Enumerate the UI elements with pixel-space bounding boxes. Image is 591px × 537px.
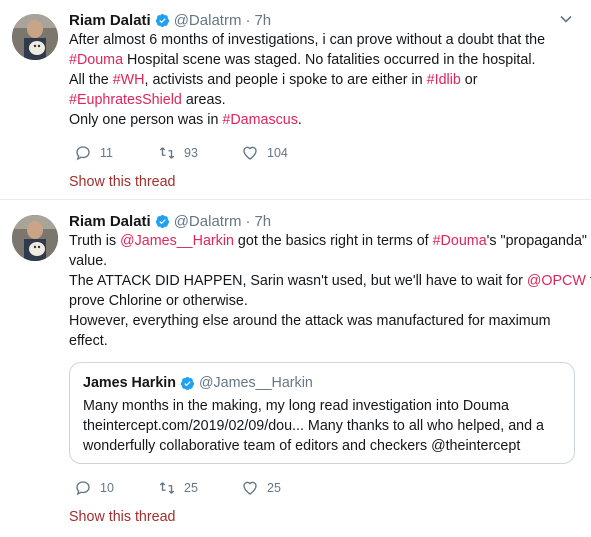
tweet-text: After almost 6 months of investigations,… <box>69 30 581 130</box>
text-segment: Hospital scene was staged. No fatalities… <box>123 52 536 68</box>
tweet-text-line: After almost 6 months of investigations,… <box>69 30 581 50</box>
verified-icon <box>155 13 169 27</box>
text-segment: However, everything else around the atta… <box>69 313 551 329</box>
retweet-button[interactable]: 93 <box>158 143 241 163</box>
reply-icon <box>76 146 90 161</box>
text-segment: value. <box>69 253 108 269</box>
quoted-text-line: theintercept.com/2019/02/09/dou... Many … <box>83 418 544 434</box>
retweet-icon <box>159 482 175 494</box>
show-thread-link[interactable]: Show this thread <box>69 509 176 525</box>
tweet-text-line: value. <box>69 251 581 271</box>
hashtag-link[interactable]: #Douma <box>69 52 123 68</box>
reply-button[interactable]: 10 <box>74 478 158 498</box>
text-segment: , activists and people i spoke to are ei… <box>144 72 427 88</box>
text-segment: effect. <box>69 333 108 349</box>
hashtag-link[interactable]: #Damascus <box>222 112 298 128</box>
quoted-tweet-header: James Harkin @James__Harkin <box>83 375 313 391</box>
hashtag-link[interactable]: #WH <box>113 72 145 88</box>
avatar[interactable] <box>12 215 58 261</box>
reply-button[interactable]: 11 <box>74 143 158 163</box>
quoted-text-line: Many months in the making, my long read … <box>83 398 509 414</box>
text-segment: prove Chlorine or otherwise. <box>69 293 248 309</box>
heart-icon <box>243 481 257 495</box>
quoted-tweet-text: Many months in the making, my long read … <box>83 396 563 456</box>
show-thread-link[interactable]: Show this thread <box>69 174 176 190</box>
author-handle[interactable]: @Dalatrm <box>174 12 242 29</box>
quoted-text-line: wonderfully collaborative team of editor… <box>83 438 521 454</box>
retweet-count: 93 <box>184 146 198 160</box>
tweet-text-line: #Douma Hospital scene was staged. No fat… <box>69 50 581 70</box>
quoted-author-handle: @James__Harkin <box>199 375 313 391</box>
text-segment: or <box>460 72 478 88</box>
text-segment: . <box>297 112 302 128</box>
tweet-header: Riam Dalati @Dalatrm · 7h <box>69 211 271 231</box>
like-button[interactable]: 104 <box>241 143 288 163</box>
reply-count: 11 <box>100 146 113 160</box>
text-segment: After almost 6 months of investigations,… <box>69 32 546 48</box>
tweet-timestamp[interactable]: 7h <box>254 12 271 29</box>
retweet-button[interactable]: 25 <box>158 478 241 498</box>
tweet-text-line: prove Chlorine or otherwise. <box>69 291 581 311</box>
mention-link[interactable]: @James__Harkin <box>120 233 234 249</box>
tweet[interactable]: Riam Dalati @Dalatrm · 7h After almost 6… <box>0 0 591 200</box>
heart-icon <box>243 146 257 160</box>
tweet-actions: 11 93 104 <box>74 143 288 163</box>
tweet[interactable]: Riam Dalati @Dalatrm · 7h Truth is @Jame… <box>0 201 591 537</box>
separator-dot: · <box>245 212 251 230</box>
tweet-text-line: effect. <box>69 331 581 351</box>
tweet-text: Truth is @James__Harkin got the basics r… <box>69 231 591 351</box>
like-count: 104 <box>267 146 288 160</box>
text-segment: areas. <box>181 92 226 108</box>
retweet-count: 25 <box>184 481 198 495</box>
tweet-timestamp[interactable]: 7h <box>254 213 271 230</box>
quoted-tweet[interactable]: James Harkin @James__Harkin Many months … <box>69 362 575 464</box>
mention-link[interactable]: @OPCW <box>527 273 586 289</box>
tweet-text-line: Only one person was in #Damascus. <box>69 110 581 130</box>
author-handle[interactable]: @Dalatrm <box>174 213 242 230</box>
author-name[interactable]: Riam Dalati <box>69 12 151 29</box>
quoted-author-name: James Harkin <box>83 375 176 391</box>
verified-icon <box>155 214 169 228</box>
text-segment: The ATTACK DID HAPPEN, Sarin wasn't used… <box>69 273 527 289</box>
hashtag-link[interactable]: #Idlib <box>427 72 461 88</box>
tweet-text-line: All the #WH, activists and people i spok… <box>69 70 581 90</box>
text-segment: got the basics right in terms of <box>233 233 433 249</box>
like-button[interactable]: 25 <box>241 478 281 498</box>
reply-count: 10 <box>100 481 114 495</box>
hashtag-link[interactable]: #Douma <box>433 233 487 249</box>
verified-icon <box>180 376 195 390</box>
text-segment: All the <box>69 72 113 88</box>
separator-dot: · <box>245 11 251 29</box>
tweet-text-line: Truth is @James__Harkin got the basics r… <box>69 231 587 251</box>
like-count: 25 <box>267 481 281 495</box>
tweet-text-line: The ATTACK DID HAPPEN, Sarin wasn't used… <box>69 271 591 291</box>
hashtag-link[interactable]: #EuphratesShield <box>69 92 182 108</box>
text-segment: Only one person was in <box>69 112 223 128</box>
chevron-down-icon[interactable] <box>559 12 573 26</box>
tweet-text-line: However, everything else around the atta… <box>69 311 581 331</box>
retweet-icon <box>159 147 175 159</box>
avatar[interactable] <box>12 14 58 60</box>
author-name[interactable]: Riam Dalati <box>69 213 151 230</box>
reply-icon <box>76 481 90 496</box>
tweet-text-line: #EuphratesShield areas. <box>69 90 581 110</box>
text-segment: to <box>586 273 591 289</box>
tweet-header: Riam Dalati @Dalatrm · 7h <box>69 10 271 30</box>
text-segment: 's "propaganda" <box>486 233 587 249</box>
text-segment: Truth is <box>69 233 121 249</box>
tweet-actions: 10 25 25 <box>74 478 281 498</box>
